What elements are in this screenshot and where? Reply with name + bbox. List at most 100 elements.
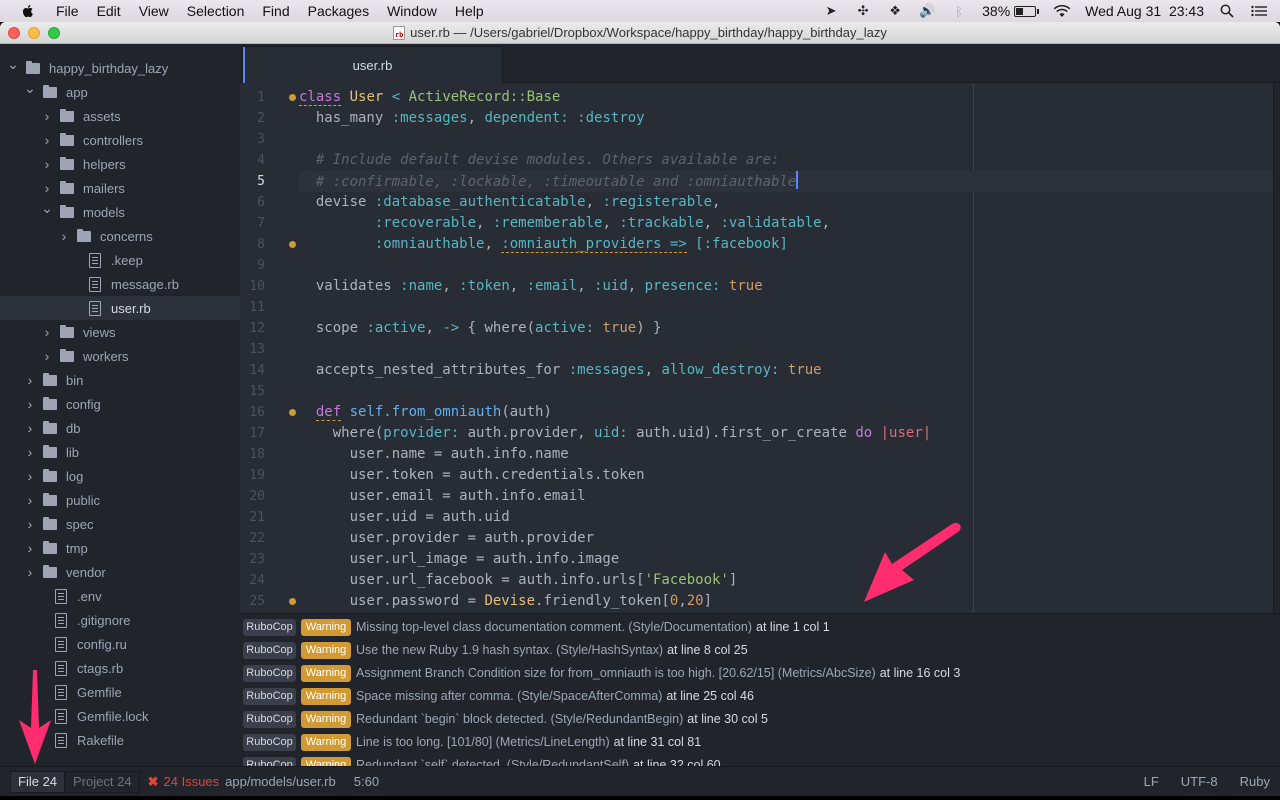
tree-file-gemfile[interactable]: Gemfile bbox=[0, 680, 240, 704]
tree-file-config-ru[interactable]: config.ru bbox=[0, 632, 240, 656]
tree-folder-vendor[interactable]: › vendor bbox=[0, 560, 240, 584]
chevron-right-icon[interactable]: › bbox=[25, 444, 35, 460]
grammar-selector[interactable]: Ruby bbox=[1240, 774, 1270, 789]
tree-folder-helpers[interactable]: › helpers bbox=[0, 152, 240, 176]
linter-message-location[interactable]: at line 31 col 81 bbox=[614, 735, 702, 749]
tree-file-gitignore[interactable]: .gitignore bbox=[0, 608, 240, 632]
pinwheel-icon[interactable]: ✣ bbox=[854, 3, 872, 18]
code-line[interactable]: 21 user.uid = auth.uid bbox=[240, 507, 1273, 528]
lint-warning-gutter-icon[interactable] bbox=[289, 94, 296, 101]
tree-folder-models[interactable]: ⌄ models bbox=[0, 200, 240, 224]
zoom-window-button[interactable] bbox=[48, 27, 60, 39]
code-line[interactable]: 4 # Include default devise modules. Othe… bbox=[240, 150, 1273, 171]
tree-file-user-rb[interactable]: user.rb bbox=[0, 296, 240, 320]
volume-icon[interactable]: 🔊 bbox=[918, 3, 936, 18]
dropbox-icon[interactable]: ❖ bbox=[886, 3, 904, 18]
menu-selection[interactable]: Selection bbox=[187, 3, 245, 19]
line-number[interactable]: 9 bbox=[240, 255, 265, 276]
menu-file[interactable]: File bbox=[56, 3, 79, 19]
line-ending-selector[interactable]: LF bbox=[1144, 774, 1159, 789]
line-number[interactable]: 20 bbox=[240, 486, 265, 507]
chevron-right-icon[interactable]: › bbox=[25, 540, 35, 556]
chevron-right-icon[interactable]: › bbox=[25, 420, 35, 436]
chevron-right-icon[interactable]: › bbox=[42, 132, 52, 148]
linter-project-scope-tab[interactable]: Project 24 bbox=[65, 770, 140, 793]
tree-folder-config[interactable]: › config bbox=[0, 392, 240, 416]
tree-folder-log[interactable]: › log bbox=[0, 464, 240, 488]
line-number[interactable]: 8 bbox=[240, 234, 265, 255]
line-number[interactable]: 11 bbox=[240, 297, 265, 318]
line-number[interactable]: 22 bbox=[240, 528, 265, 549]
line-number[interactable]: 5 bbox=[240, 171, 265, 192]
menu-find[interactable]: Find bbox=[262, 3, 289, 19]
wifi-icon[interactable] bbox=[1053, 4, 1071, 18]
battery-indicator[interactable]: 38% bbox=[982, 3, 1040, 19]
menu-packages[interactable]: Packages bbox=[308, 3, 369, 19]
code-line[interactable]: 11 bbox=[240, 297, 1273, 318]
tree-file-rakefile[interactable]: Rakefile bbox=[0, 728, 240, 752]
line-number[interactable]: 7 bbox=[240, 213, 265, 234]
line-number[interactable]: 1 bbox=[240, 87, 265, 108]
code-line[interactable]: 10 validates :name, :token, :email, :uid… bbox=[240, 276, 1273, 297]
chevron-right-icon[interactable]: › bbox=[42, 180, 52, 196]
spotlight-search-icon[interactable] bbox=[1218, 4, 1236, 18]
chevron-right-icon[interactable]: › bbox=[25, 564, 35, 580]
tree-folder-concerns[interactable]: › concerns bbox=[0, 224, 240, 248]
code-line[interactable]: 22 user.provider = auth.provider bbox=[240, 528, 1273, 549]
line-number[interactable]: 4 bbox=[240, 150, 265, 171]
tree-file-message-rb[interactable]: message.rb bbox=[0, 272, 240, 296]
code-line[interactable]: 7 :recoverable, :rememberable, :trackabl… bbox=[240, 213, 1273, 234]
line-number[interactable]: 10 bbox=[240, 276, 265, 297]
menu-window[interactable]: Window bbox=[387, 3, 437, 19]
line-number[interactable]: 14 bbox=[240, 360, 265, 381]
code-line[interactable]: 20 user.email = auth.info.email bbox=[240, 486, 1273, 507]
code-line[interactable]: 6 devise :database_authenticatable, :reg… bbox=[240, 192, 1273, 213]
tree-folder-assets[interactable]: › assets bbox=[0, 104, 240, 128]
code-line[interactable]: 3 bbox=[240, 129, 1273, 150]
linter-message-row[interactable]: RuboCop Warning Space missing after comma.… bbox=[243, 685, 754, 707]
linter-issues-indicator[interactable]: ✖ 24 Issues bbox=[148, 774, 220, 790]
line-number[interactable]: 25 bbox=[240, 591, 265, 612]
minimize-window-button[interactable] bbox=[28, 27, 40, 39]
chevron-right-icon[interactable]: › bbox=[59, 228, 69, 244]
bluetooth-icon[interactable]: ᛒ bbox=[950, 4, 968, 19]
chevron-down-icon[interactable]: ⌄ bbox=[7, 56, 19, 73]
notification-center-icon[interactable] bbox=[1250, 4, 1268, 18]
tree-folder-lib[interactable]: › lib bbox=[0, 440, 240, 464]
chevron-right-icon[interactable]: › bbox=[25, 516, 35, 532]
line-number[interactable]: 16 bbox=[240, 402, 265, 423]
tree-folder-db[interactable]: › db bbox=[0, 416, 240, 440]
tree-file-env[interactable]: .env bbox=[0, 584, 240, 608]
chevron-down-icon[interactable]: ⌄ bbox=[24, 80, 36, 97]
linter-message-location[interactable]: at line 30 col 5 bbox=[687, 712, 768, 726]
line-number[interactable]: 2 bbox=[240, 108, 265, 129]
line-number[interactable]: 17 bbox=[240, 423, 265, 444]
linter-message-location[interactable]: at line 8 col 25 bbox=[667, 643, 748, 657]
tree-folder-bin[interactable]: › bin bbox=[0, 368, 240, 392]
code-line[interactable]: 2 has_many :messages, dependent: :destro… bbox=[240, 108, 1273, 129]
text-editor[interactable]: 1 class User < ActiveRecord::Base 2 has_ma… bbox=[240, 83, 1274, 613]
line-number[interactable]: 21 bbox=[240, 507, 265, 528]
apple-logo-icon[interactable] bbox=[20, 3, 36, 19]
code-line[interactable]: 5 # :confirmable, :lockable, :timeoutabl… bbox=[240, 171, 1273, 192]
lint-warning-gutter-icon[interactable] bbox=[289, 598, 296, 605]
clock[interactable]: Wed Aug 31 23:43 bbox=[1085, 3, 1204, 19]
code-line[interactable]: 12 scope :active, -> { where(active: tru… bbox=[240, 318, 1273, 339]
menu-view[interactable]: View bbox=[139, 3, 169, 19]
tree-folder-happy-birthday-lazy[interactable]: ⌄ happy_birthday_lazy bbox=[0, 56, 240, 80]
code-line[interactable]: 15 bbox=[240, 381, 1273, 402]
linter-message-row[interactable]: RuboCop Warning Use the new Ruby 1.9 hash … bbox=[243, 639, 748, 661]
line-number[interactable]: 3 bbox=[240, 129, 265, 150]
tree-folder-mailers[interactable]: › mailers bbox=[0, 176, 240, 200]
airmail-icon[interactable]: ➤ bbox=[822, 3, 840, 18]
cursor-position[interactable]: 5:60 bbox=[354, 774, 379, 789]
code-line[interactable]: 24 user.url_facebook = auth.info.urls['F… bbox=[240, 570, 1273, 591]
code-line[interactable]: 17 where(provider: auth.provider, uid: a… bbox=[240, 423, 1273, 444]
code-line[interactable]: 1 class User < ActiveRecord::Base bbox=[240, 87, 1273, 108]
tree-folder-controllers[interactable]: › controllers bbox=[0, 128, 240, 152]
tree-folder-tmp[interactable]: › tmp bbox=[0, 536, 240, 560]
code-line[interactable]: 18 user.name = auth.info.name bbox=[240, 444, 1273, 465]
code-line[interactable]: 8 :omniauthable, :omniauth_providers => … bbox=[240, 234, 1273, 255]
code-line[interactable]: 13 bbox=[240, 339, 1273, 360]
linter-message-location[interactable]: at line 16 col 3 bbox=[880, 666, 961, 680]
